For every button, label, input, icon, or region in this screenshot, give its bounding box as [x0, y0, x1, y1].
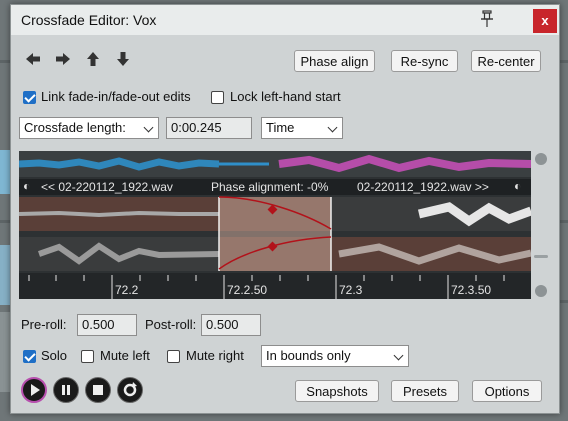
chevron-down-icon: [143, 122, 154, 133]
pause-icon: [62, 385, 70, 395]
right-item-name[interactable]: 02-220112_1922.wav >>: [357, 180, 489, 194]
loop-icon: [123, 382, 137, 397]
tick-label: 72.3: [339, 283, 363, 297]
waveform-display[interactable]: ◐ << 02-220112_1922.wav Phase alignment:…: [19, 151, 531, 299]
resync-button[interactable]: Re-sync: [391, 50, 458, 72]
tick-label: 72.2: [115, 283, 139, 297]
link-edits-checkbox[interactable]: [23, 91, 36, 104]
mute-left-label: Mute left: [100, 348, 150, 363]
link-edits-label: Link fade-in/fade-out edits: [41, 89, 191, 104]
arrow-right-icon[interactable]: [55, 51, 71, 67]
chevron-down-icon: [327, 122, 338, 133]
play-button[interactable]: [21, 377, 47, 403]
solo-label: Solo: [41, 348, 68, 363]
phase-info-bar: ◐ << 02-220112_1922.wav Phase alignment:…: [19, 179, 531, 195]
recenter-button[interactable]: Re-center: [471, 50, 541, 72]
pin-icon[interactable]: [478, 8, 496, 30]
waveform-canvas[interactable]: [19, 151, 531, 299]
right-clock-icon[interactable]: ◐: [514, 179, 521, 193]
arrow-down-icon[interactable]: [115, 51, 131, 67]
pre-roll-input[interactable]: 0.500: [77, 314, 137, 336]
stop-button[interactable]: [85, 377, 111, 403]
pause-button[interactable]: [53, 377, 79, 403]
crossfade-editor-window: Crossfade Editor: Vox x Phase align Re-s…: [10, 4, 560, 414]
arrow-left-icon[interactable]: [25, 51, 41, 67]
presets-button[interactable]: Presets: [391, 380, 459, 402]
mute-right-label: Mute right: [186, 348, 244, 363]
mute-left-checkbox[interactable]: [81, 350, 94, 363]
scroll-up-button[interactable]: [535, 153, 547, 165]
post-roll-label: Post-roll:: [145, 317, 197, 332]
title-bar[interactable]: Crossfade Editor: Vox x: [11, 5, 559, 35]
unit-select[interactable]: Time: [261, 117, 343, 139]
post-roll-input[interactable]: 0.500: [201, 314, 261, 336]
options-button[interactable]: Options: [472, 380, 542, 402]
zoom-handle[interactable]: [534, 255, 548, 258]
tick-label: 72.2.50: [227, 283, 268, 297]
left-clock-icon[interactable]: ◐: [23, 179, 30, 193]
length-mode-select[interactable]: Crossfade length:: [19, 117, 159, 139]
chevron-down-icon: [393, 350, 404, 361]
stop-icon: [93, 385, 103, 395]
snapshots-button[interactable]: Snapshots: [295, 380, 379, 402]
window-title: Crossfade Editor: Vox: [21, 12, 157, 28]
lock-left-label: Lock left-hand start: [230, 89, 341, 104]
unit-value: Time: [266, 120, 295, 135]
arrow-up-icon[interactable]: [85, 51, 101, 67]
scroll-down-button[interactable]: [535, 285, 547, 297]
pre-roll-label: Pre-roll:: [21, 317, 67, 332]
loop-button[interactable]: [117, 377, 143, 403]
close-button[interactable]: x: [533, 9, 557, 33]
mute-right-checkbox[interactable]: [167, 350, 180, 363]
left-item-name[interactable]: << 02-220112_1922.wav: [41, 180, 173, 194]
bounds-mode-value: In bounds only: [266, 348, 351, 363]
solo-checkbox[interactable]: [23, 350, 36, 363]
play-icon: [31, 384, 40, 396]
bounds-mode-select[interactable]: In bounds only: [261, 345, 409, 367]
phase-alignment-text: Phase alignment: -0%: [211, 180, 329, 194]
length-mode-value: Crossfade length:: [24, 120, 126, 135]
tick-label: 72.3.50: [451, 283, 492, 297]
length-input[interactable]: 0:00.245: [166, 117, 252, 139]
phase-align-button[interactable]: Phase align: [294, 50, 375, 72]
lock-left-checkbox[interactable]: [211, 91, 224, 104]
